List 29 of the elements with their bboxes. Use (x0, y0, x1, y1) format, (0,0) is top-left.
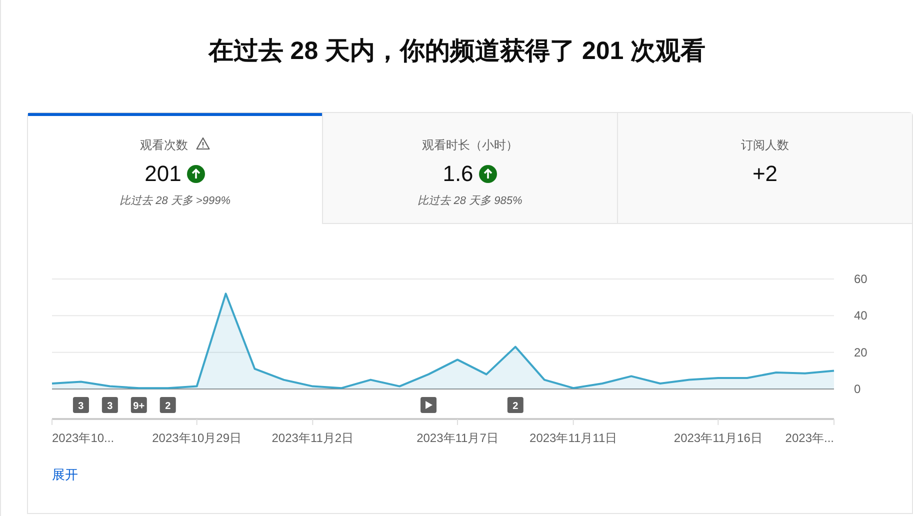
count-marker[interactable]: 2 (507, 397, 524, 413)
comparison-text: 比过去 28 天多 985% (418, 195, 522, 208)
x-axis-label: 2023年10月29日 (152, 431, 242, 445)
play-marker-icon[interactable] (420, 397, 437, 413)
count-marker[interactable]: 3 (72, 397, 89, 413)
page-heading: 在过去 28 天内，你的频道获得了 201 次观看 (207, 36, 707, 67)
metric-label: 订阅人数 (741, 138, 789, 152)
metric-label: 观看时长（小时） (422, 138, 518, 152)
metric-value: 1.6 (442, 161, 474, 186)
metric-label: 观看次数 (140, 138, 188, 152)
comparison-text: 比过去 28 天多 >999% (120, 195, 230, 208)
x-axis-label: 2023年11月16日 (674, 431, 762, 445)
count-marker[interactable]: 9+ (130, 397, 147, 413)
y-axis-label: 0 (854, 382, 861, 396)
metric-value: +2 (752, 161, 778, 186)
y-axis-label: 60 (854, 272, 868, 286)
x-axis-label: 2023年11月2日 (272, 431, 354, 445)
count-marker[interactable]: 2 (160, 397, 176, 413)
metric-value: 201 (144, 161, 182, 186)
metric-tab[interactable]: 观看时长（小时） 1.6 比过去 28 天多 985% (322, 113, 617, 224)
expand-link[interactable]: 展开 (52, 465, 78, 484)
x-axis-label: 2023年... (785, 431, 834, 445)
count-marker[interactable]: 3 (102, 397, 118, 413)
metric-tab[interactable]: 订阅人数 +2 (617, 113, 912, 224)
x-axis-label: 2023年11月7日 (416, 431, 498, 445)
y-axis-label: 40 (854, 308, 868, 323)
x-axis-label: 2023年10... (52, 431, 114, 445)
y-axis-label: 20 (854, 345, 868, 360)
x-axis-label: 2023年11月11日 (530, 431, 618, 445)
